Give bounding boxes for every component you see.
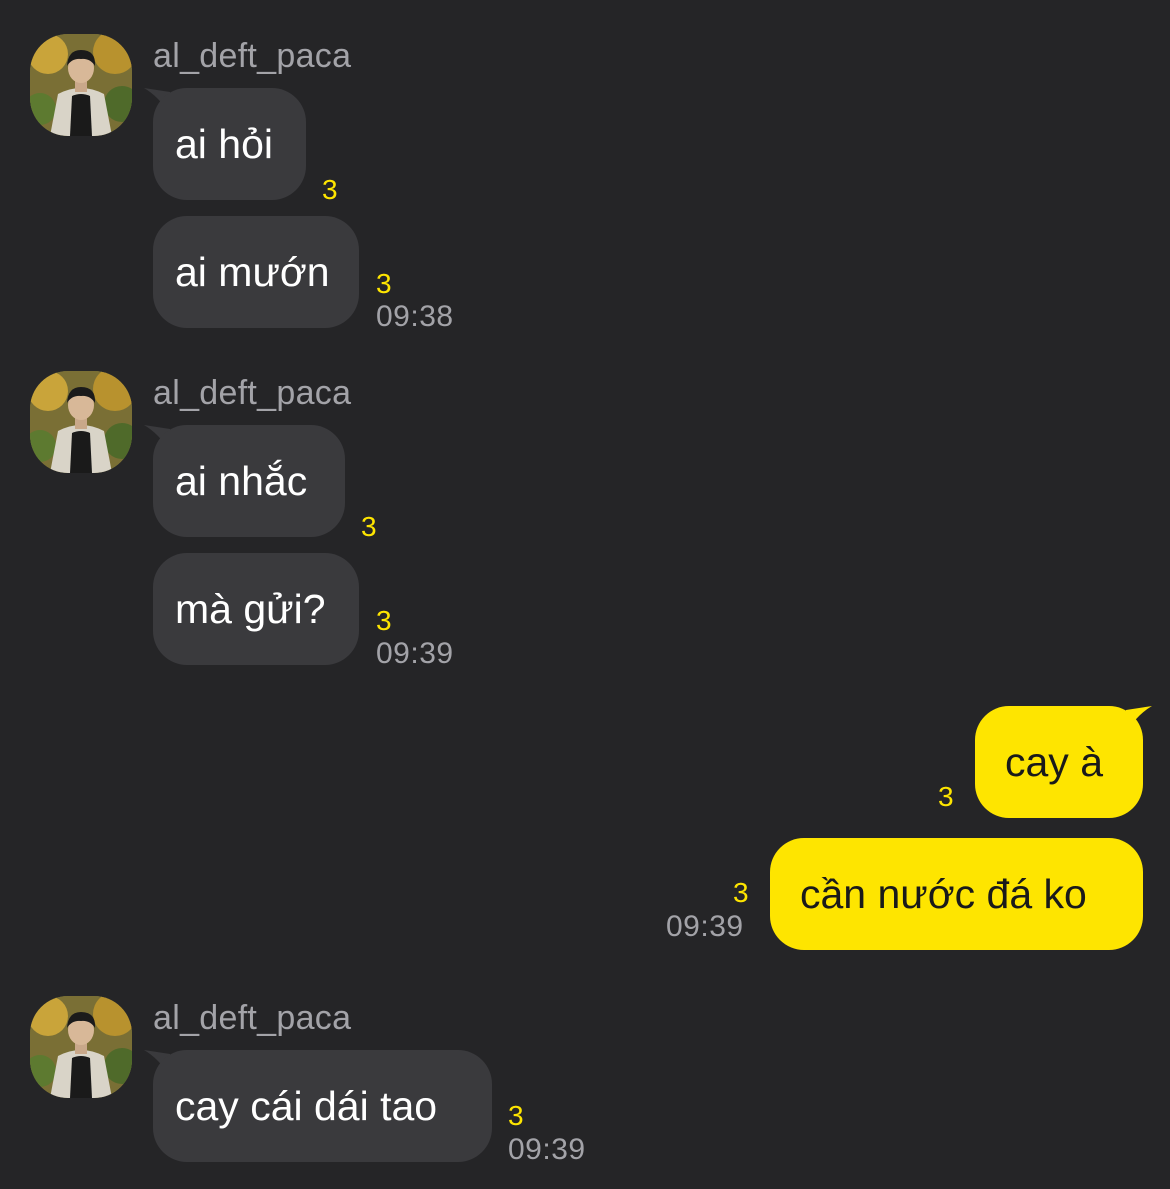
message-bubble[interactable]: cay à bbox=[975, 706, 1143, 818]
message-text: cay à bbox=[1005, 739, 1103, 785]
message-bubble[interactable]: mà gửi? bbox=[153, 553, 359, 665]
profile-photo bbox=[30, 371, 132, 473]
avatar[interactable] bbox=[30, 34, 132, 136]
unread-count: 3 bbox=[322, 174, 338, 205]
message-bubble[interactable]: cay cái dái tao bbox=[153, 1050, 492, 1162]
sender-name: al_deft_paca bbox=[153, 999, 352, 1037]
message-text: cần nước đá ko bbox=[800, 871, 1087, 917]
message-text: mà gửi? bbox=[175, 586, 326, 632]
sender-name: al_deft_paca bbox=[153, 374, 352, 412]
sender-name: al_deft_paca bbox=[153, 37, 352, 75]
message-text: cay cái dái tao bbox=[175, 1083, 438, 1129]
avatar[interactable] bbox=[30, 371, 132, 473]
message-bubble[interactable]: cần nước đá ko bbox=[770, 838, 1143, 950]
unread-count: 3 bbox=[376, 268, 392, 299]
unread-count: 3 bbox=[508, 1100, 524, 1131]
unread-count: 3 bbox=[376, 605, 392, 636]
message-bubble[interactable]: ai hỏi bbox=[153, 88, 306, 200]
avatar[interactable] bbox=[30, 996, 132, 1098]
unread-count: 3 bbox=[938, 781, 954, 812]
message-time: 09:39 bbox=[376, 637, 454, 670]
message-text: ai nhắc bbox=[175, 458, 308, 504]
message-text: ai hỏi bbox=[175, 121, 274, 167]
unread-count: 3 bbox=[733, 877, 749, 908]
message-time: 09:39 bbox=[508, 1133, 586, 1166]
message-time: 09:39 bbox=[666, 910, 744, 943]
message-bubble[interactable]: ai nhắc bbox=[153, 425, 345, 537]
message-text: ai mướn bbox=[175, 249, 330, 295]
unread-count: 3 bbox=[361, 511, 377, 542]
message-time: 09:38 bbox=[376, 300, 454, 333]
message-bubble[interactable]: ai mướn bbox=[153, 216, 359, 328]
profile-photo bbox=[30, 34, 132, 136]
profile-photo bbox=[30, 996, 132, 1098]
